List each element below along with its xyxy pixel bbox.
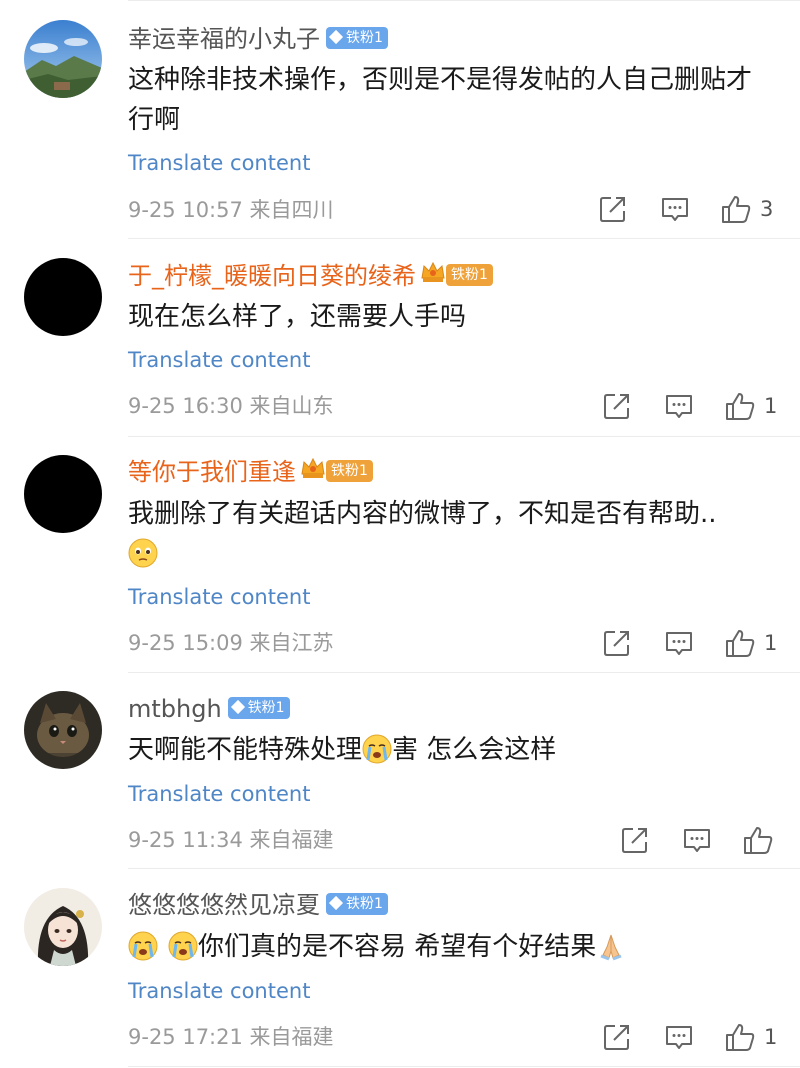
crown-icon — [300, 456, 326, 487]
translate-link[interactable]: Translate content — [128, 583, 310, 611]
timestamp: 9-25 11:34 — [128, 828, 243, 852]
fan-badge[interactable]: 铁粉1 — [326, 460, 373, 482]
badge-label: 铁粉1 — [331, 463, 368, 479]
divider — [128, 672, 800, 673]
translate-link[interactable]: Translate content — [128, 977, 310, 1005]
translate-link[interactable]: Translate content — [128, 780, 310, 808]
crown-icon — [420, 260, 446, 291]
username[interactable]: 幸运幸福的小丸子 铁粉1 — [128, 24, 388, 54]
timestamp: 9-25 15:09 — [128, 631, 243, 655]
anime-girl-avatar-image — [24, 888, 102, 966]
avatar[interactable] — [24, 20, 102, 98]
like-count: 1 — [764, 394, 778, 418]
share-icon[interactable] — [598, 194, 628, 224]
comment-text: 天啊能不能特殊处理 害 怎么会这样 — [128, 730, 768, 770]
avatar[interactable] — [24, 888, 102, 966]
divider — [128, 868, 800, 869]
translate-link[interactable]: Translate content — [128, 346, 310, 374]
timestamp: 9-25 16:30 — [128, 394, 243, 418]
location: 来自福建 — [249, 828, 334, 852]
avatar[interactable] — [24, 691, 102, 769]
action-bar: 1 — [602, 628, 798, 658]
timestamp: 9-25 10:57 — [128, 198, 243, 222]
crying-face-emoji-icon — [362, 734, 392, 764]
like-count: 1 — [764, 1025, 778, 1049]
comment-text: 你们真的是不容易 希望有个好结果 — [128, 927, 768, 967]
timestamp: 9-25 17:21 — [128, 1025, 243, 1049]
crying-face-emoji-icon — [128, 931, 158, 961]
landscape-avatar-image — [24, 20, 102, 98]
divider — [128, 0, 800, 1]
action-bar — [620, 825, 798, 855]
location: 来自四川 — [249, 198, 334, 222]
username[interactable]: 于_柠檬_暖暖向日葵的绫希 铁粉1 — [128, 261, 493, 293]
location: 来自福建 — [249, 1025, 334, 1049]
comment-text-content: 我删除了有关超话内容的微博了，不知是否有帮助.. — [128, 499, 717, 529]
diamond-icon — [328, 895, 344, 911]
fan-badge[interactable]: 铁粉1 — [446, 264, 493, 286]
username[interactable]: mtbhgh 铁粉1 — [128, 694, 290, 724]
like-count: 3 — [760, 197, 774, 221]
comment-text-content: 害 怎么会这样 — [392, 735, 557, 765]
username-text[interactable]: 于_柠檬_暖暖向日葵的绫希 — [128, 262, 416, 290]
location: 来自山东 — [249, 394, 334, 418]
comment-meta: 9-25 15:09 来自江苏 — [128, 629, 334, 657]
username-text[interactable]: 悠悠悠悠然见凉夏 — [128, 891, 320, 919]
comment-icon[interactable] — [664, 1022, 694, 1052]
comment-icon[interactable] — [682, 825, 712, 855]
username-text[interactable]: 幸运幸福的小丸子 — [128, 25, 320, 53]
like-icon[interactable] — [720, 194, 752, 224]
share-icon[interactable] — [602, 391, 632, 421]
share-icon[interactable] — [602, 628, 632, 658]
avatar[interactable] — [24, 258, 102, 336]
username-text[interactable]: 等你于我们重逢 — [128, 458, 296, 486]
divider — [128, 1066, 800, 1067]
like-icon[interactable] — [724, 391, 756, 421]
location: 来自江苏 — [249, 631, 334, 655]
comment-text: 这种除非技术操作，否则是不是得发帖的人自己删贴才行啊 — [128, 65, 753, 135]
comment-icon[interactable] — [660, 194, 690, 224]
username-text[interactable]: mtbhgh — [128, 695, 222, 723]
badge-label: 铁粉1 — [346, 896, 383, 912]
comment-text: 现在怎么样了，还需要人手吗 — [128, 302, 467, 332]
cat-avatar-image — [24, 691, 102, 769]
comment-meta: 9-25 17:21 来自福建 — [128, 1023, 334, 1051]
badge-label: 铁粉1 — [346, 30, 383, 46]
like-icon[interactable] — [724, 1022, 756, 1052]
folded-hands-emoji-icon — [596, 931, 626, 961]
crying-face-emoji-icon — [168, 931, 198, 961]
comment-meta: 9-25 10:57 来自四川 — [128, 196, 334, 224]
divider — [128, 238, 800, 239]
like-count: 1 — [764, 631, 778, 655]
translate-link[interactable]: Translate content — [128, 149, 310, 177]
action-bar: 1 — [602, 1022, 798, 1052]
fan-badge[interactable]: 铁粉1 — [326, 27, 388, 49]
badge-label: 铁粉1 — [451, 267, 488, 283]
action-bar: 1 — [602, 391, 798, 421]
comment-text-content: 你们真的是不容易 希望有个好结果 — [198, 932, 597, 962]
badge-label: 铁粉1 — [247, 700, 285, 716]
like-icon[interactable] — [724, 628, 756, 658]
pleading-face-emoji-icon — [128, 538, 158, 568]
fan-badge[interactable]: 铁粉1 — [326, 893, 388, 915]
username[interactable]: 等你于我们重逢 铁粉1 — [128, 457, 373, 489]
action-bar: 3 — [598, 194, 798, 224]
divider — [128, 436, 800, 437]
like-icon[interactable] — [742, 825, 774, 855]
diamond-icon — [328, 29, 344, 45]
comment-icon[interactable] — [664, 391, 694, 421]
fan-badge[interactable]: 铁粉1 — [227, 697, 290, 719]
comment-meta: 9-25 16:30 来自山东 — [128, 392, 334, 420]
comment-icon[interactable] — [664, 628, 694, 658]
diamond-icon — [230, 699, 245, 715]
avatar[interactable] — [24, 455, 102, 533]
share-icon[interactable] — [602, 1022, 632, 1052]
comment-meta: 9-25 11:34 来自福建 — [128, 826, 334, 854]
comment-text: 我删除了有关超话内容的微博了，不知是否有帮助.. — [128, 494, 768, 574]
share-icon[interactable] — [620, 825, 650, 855]
username[interactable]: 悠悠悠悠然见凉夏 铁粉1 — [128, 890, 388, 920]
comment-text-content: 天啊能不能特殊处理 — [128, 735, 363, 765]
